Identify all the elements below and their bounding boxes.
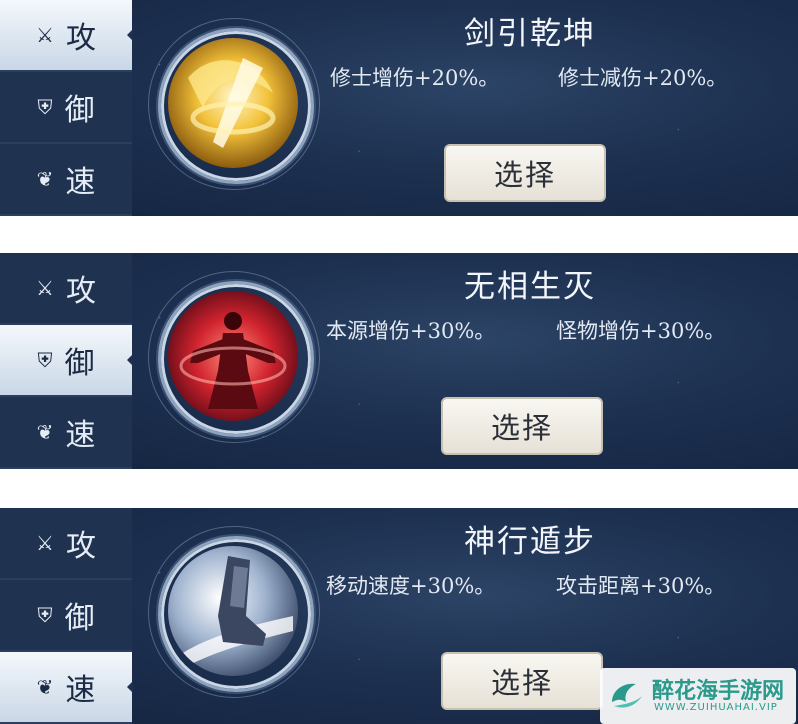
wing-icon: ❦	[36, 420, 54, 444]
select-button[interactable]: 选择	[441, 652, 603, 710]
crossed-swords-icon: ⚔	[36, 531, 54, 555]
shield-icon: ⛨	[37, 348, 53, 372]
wing-icon: ❦	[36, 167, 54, 191]
site-watermark: 醉花海手游网 WWW.ZUIHUAHAI.VIP	[600, 668, 796, 724]
crossed-swords-icon: ⚔	[36, 23, 54, 47]
tab-attack[interactable]: ⚔ 攻	[0, 508, 132, 580]
tab-label: 攻	[65, 529, 96, 564]
tab-attack[interactable]: ⚔ 攻	[0, 253, 132, 325]
tab-speed[interactable]: ❦ 速	[0, 144, 132, 216]
skill-title: 神行遁步	[464, 524, 596, 560]
shield-icon: ⛨	[37, 603, 53, 627]
category-sidebar: ⚔ 攻 ⛨ 御 ❦ 速	[0, 253, 134, 469]
select-button[interactable]: 选择	[441, 397, 603, 455]
tab-label: 速	[65, 418, 96, 453]
skill-attribute-2: 攻击距离+30%。	[556, 574, 726, 598]
skill-attribute-2: 怪物增伤+30%。	[556, 319, 726, 343]
skill-attribute-1: 移动速度+30%。	[326, 574, 496, 598]
golden-sword-icon	[168, 38, 298, 168]
category-sidebar: ⚔ 攻 ⛨ 御 ❦ 速	[0, 508, 134, 724]
tab-defense[interactable]: ⛨ 御	[0, 325, 133, 397]
skill-attribute-1: 本源增伤+30%。	[326, 319, 496, 343]
tab-label: 速	[65, 165, 96, 200]
watermark-title: 醉花海手游网	[652, 679, 785, 704]
skill-attribute-2: 修士减伤+20%。	[558, 66, 728, 90]
tab-defense[interactable]: ⛨ 御	[0, 72, 132, 144]
tab-label: 攻	[65, 274, 96, 309]
skill-title: 无相生灭	[464, 269, 596, 305]
select-button[interactable]: 选择	[444, 144, 606, 202]
skill-title: 剑引乾坤	[464, 16, 596, 52]
category-sidebar: ⚔ 攻 ⛨ 御 ❦ 速	[0, 0, 134, 216]
tab-label: 御	[64, 601, 95, 636]
tab-label: 御	[64, 93, 95, 128]
boot-icon	[168, 546, 298, 676]
skill-panel-defense: ⚔ 攻 ⛨ 御 ❦ 速 无相生灭 本源增伤+30%。 怪物增伤+30%。 选择	[0, 253, 798, 469]
tab-speed[interactable]: ❦ 速	[0, 652, 133, 724]
crossed-swords-icon: ⚔	[36, 276, 54, 300]
shield-icon: ⛨	[37, 95, 53, 119]
flower-logo-icon	[612, 683, 642, 708]
tab-speed[interactable]: ❦ 速	[0, 397, 132, 469]
skill-panel-attack: ⚔ 攻 ⛨ 御 ❦ 速 剑引乾坤 修士增伤+20%。 修士减伤+20%。 选择	[0, 0, 798, 216]
tab-label: 速	[65, 673, 96, 708]
watermark-url: WWW.ZUIHUAHAI.VIP	[654, 702, 778, 713]
tab-defense[interactable]: ⛨ 御	[0, 580, 132, 652]
wing-icon: ❦	[36, 675, 54, 699]
red-figure-icon	[168, 291, 298, 421]
skill-attribute-1: 修士增伤+20%。	[330, 66, 500, 90]
tab-label: 攻	[65, 21, 96, 56]
tab-label: 御	[64, 346, 95, 381]
tab-attack[interactable]: ⚔ 攻	[0, 0, 133, 72]
